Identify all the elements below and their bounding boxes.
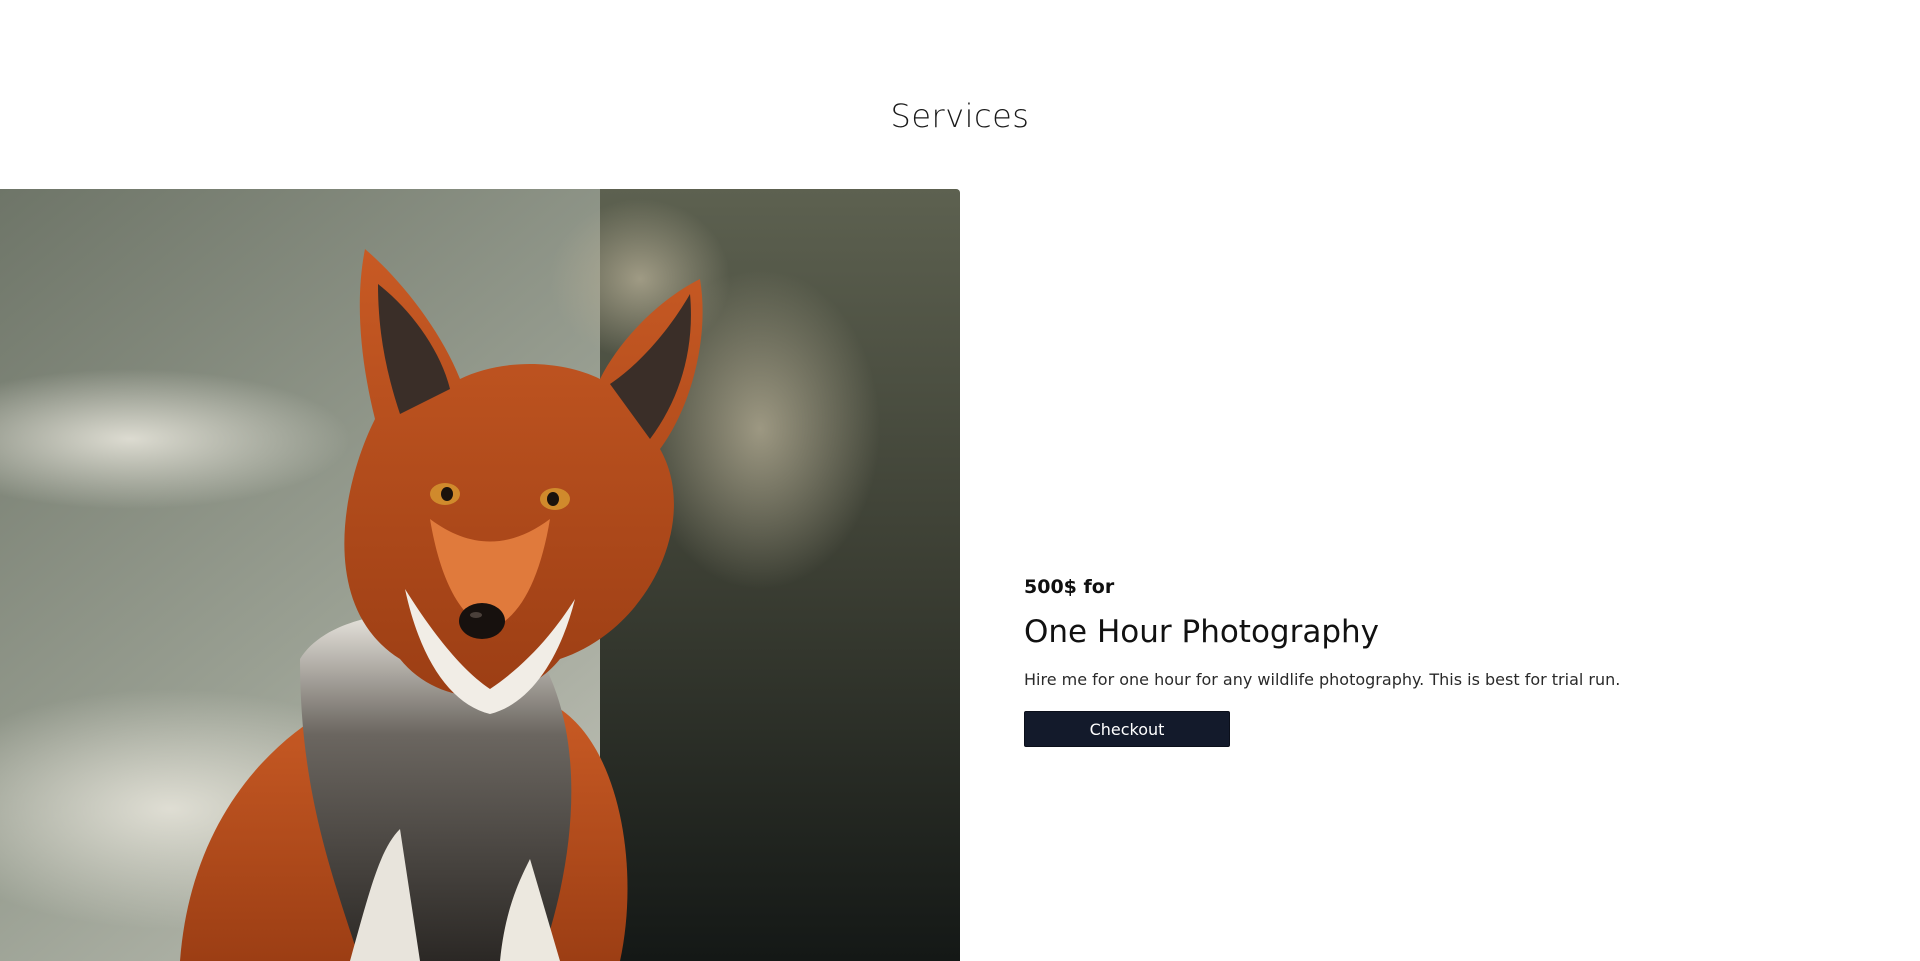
- checkout-button[interactable]: Checkout: [1024, 711, 1230, 747]
- fox-photo: [0, 189, 960, 961]
- price-label: 500$ for: [1024, 576, 1115, 598]
- section-title: Services: [890, 96, 1030, 135]
- service-description: Hire me for one hour for any wildlife ph…: [1024, 670, 1621, 689]
- service-details: 500$ for One Hour Photography Hire me fo…: [1024, 576, 1844, 747]
- service-title: One Hour Photography: [1024, 614, 1380, 650]
